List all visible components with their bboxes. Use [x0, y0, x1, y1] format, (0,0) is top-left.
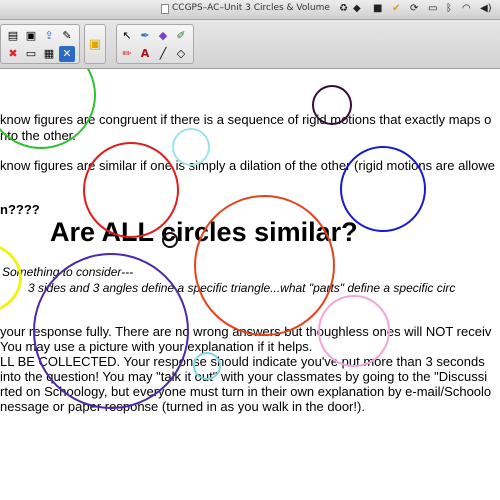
window-title: CCGPS–AC–Unit 3 Circles & Volume	[172, 3, 330, 13]
pink-circle[interactable]	[318, 295, 390, 367]
text-icon[interactable]: A	[137, 46, 153, 62]
document-icon	[161, 4, 169, 14]
shape-eraser-icon[interactable]: ◇	[173, 46, 189, 62]
yellow-circle[interactable]	[0, 242, 22, 314]
adobe-icon[interactable]: ■	[373, 3, 382, 14]
lock-group: ▣	[84, 24, 106, 64]
orange-circle[interactable]	[194, 195, 335, 336]
recycle-icon[interactable]: ♻	[339, 3, 348, 14]
folder-icon[interactable]: ▣	[23, 28, 39, 44]
lock-icon[interactable]: ▣	[87, 37, 103, 53]
menu-bar: CCGPS–AC–Unit 3 Circles & Volume ♻ ◆ ■ ✔…	[0, 0, 500, 20]
bluetooth-icon[interactable]: ᛒ	[446, 3, 452, 14]
small-black-circle[interactable]	[162, 232, 178, 248]
red-circle[interactable]	[83, 142, 179, 238]
highlighter-icon[interactable]: ✏	[119, 46, 135, 62]
sync-icon[interactable]: ⟳	[410, 3, 418, 14]
dropbox-icon[interactable]: ◆	[353, 3, 361, 14]
eraser-icon[interactable]: ◆	[155, 28, 171, 44]
import-icon[interactable]: ⇪	[41, 28, 57, 44]
line-icon[interactable]: ╱	[155, 46, 171, 62]
pen-icon[interactable]: ✒	[137, 28, 153, 44]
delete-icon[interactable]: ✖	[5, 46, 21, 62]
app-icon[interactable]: ✎	[59, 28, 75, 44]
drawing-tools-group: ↖ ✒ ◆ ✐ ✏ A ╱ ◇	[116, 24, 194, 64]
light-cyan-circle[interactable]	[172, 128, 210, 166]
teal-circle[interactable]	[193, 352, 221, 380]
capture-icon[interactable]: ▦	[41, 46, 57, 62]
green-circle[interactable]	[0, 69, 96, 149]
screen-icon[interactable]: ▭	[23, 46, 39, 62]
instruction-line-6: nessage or paper response (turned in as …	[0, 399, 365, 414]
checkmark-icon[interactable]: ✔	[392, 3, 400, 14]
monitor-icon[interactable]: ▭	[428, 3, 437, 14]
volume-icon[interactable]: ◀)	[480, 3, 492, 14]
question-fragment: n????	[0, 202, 40, 217]
wifi-icon[interactable]: ◠	[462, 3, 471, 14]
whiteboard-canvas[interactable]: know figures are congruent if there is a…	[0, 69, 500, 500]
file-tools-group: ▤ ▣ ⇪ ✎ ✖ ▭ ▦ ✕	[0, 24, 80, 64]
dark-purple-circle[interactable]	[312, 85, 352, 125]
paint-icon[interactable]: ✐	[173, 28, 189, 44]
purple-circle[interactable]	[33, 253, 189, 409]
toolbar: ▤ ▣ ⇪ ✎ ✖ ▭ ▦ ✕ ▣ ↖ ✒ ◆ ✐ ✏ A ╱ ◇	[0, 20, 500, 69]
blue-circle[interactable]	[340, 146, 426, 232]
select-arrow-icon[interactable]: ↖	[119, 28, 135, 44]
document-icon[interactable]: ▤	[5, 28, 21, 44]
close-doc-icon[interactable]: ✕	[59, 46, 75, 62]
